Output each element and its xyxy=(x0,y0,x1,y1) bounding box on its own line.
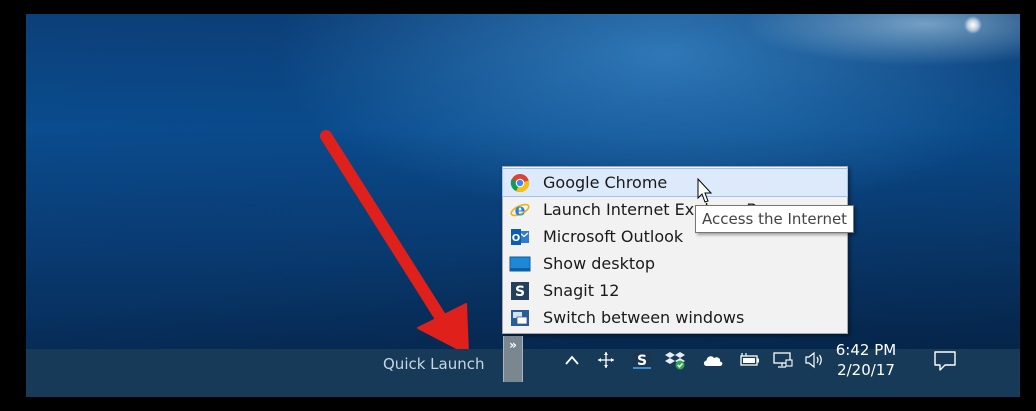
action-center-icon[interactable] xyxy=(930,348,960,374)
system-clock[interactable]: 6:42 PM 2/20/17 xyxy=(824,340,908,380)
clock-time: 6:42 PM xyxy=(835,341,897,359)
chevron-up-icon[interactable] xyxy=(561,350,583,370)
clock-date: 2/20/17 xyxy=(837,361,895,379)
move-icon[interactable] xyxy=(595,350,617,370)
snagit-icon[interactable]: S xyxy=(631,350,653,370)
chevron-double-right-icon: » xyxy=(509,338,517,352)
volume-icon[interactable] xyxy=(804,350,826,370)
dropbox-icon[interactable] xyxy=(665,350,687,370)
network-icon[interactable] xyxy=(772,350,794,370)
quick-launch-toggle-button[interactable]: » xyxy=(503,336,523,382)
onedrive-icon[interactable] xyxy=(702,350,724,370)
battery-icon[interactable] xyxy=(738,350,760,370)
quick-launch-label: Quick Launch xyxy=(383,355,485,373)
svg-text:S: S xyxy=(637,353,647,369)
